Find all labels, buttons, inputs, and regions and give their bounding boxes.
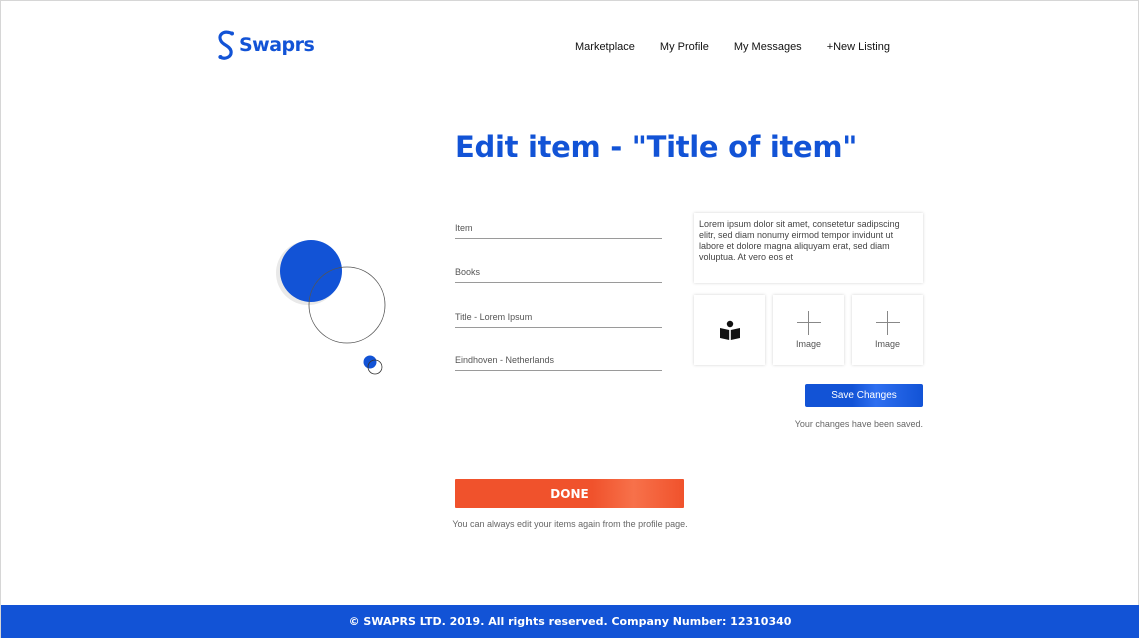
title-field[interactable] xyxy=(455,307,662,328)
book-reader-icon xyxy=(719,320,740,340)
logo-mark-icon xyxy=(218,30,234,60)
item-input[interactable] xyxy=(455,223,662,233)
nav-my-profile[interactable]: My Profile xyxy=(660,41,709,53)
page-title: Edit item - "Title of item" xyxy=(455,130,858,164)
location-input[interactable] xyxy=(455,355,662,365)
plus-icon xyxy=(875,311,900,335)
main-nav: Marketplace My Profile My Messages +New … xyxy=(575,41,890,53)
image-tile-1[interactable] xyxy=(694,295,765,365)
swaprs-logo[interactable]: Swaprs xyxy=(216,30,315,64)
category-input[interactable] xyxy=(455,267,662,277)
image-tile-3[interactable]: Image xyxy=(852,295,923,365)
plus-icon xyxy=(796,311,821,335)
nav-marketplace[interactable]: Marketplace xyxy=(575,41,635,53)
done-note-text: You can always edit your items again fro… xyxy=(452,519,688,529)
decorative-circles xyxy=(276,240,386,375)
category-field[interactable] xyxy=(455,262,662,283)
copyright-text: © SWAPRS LTD. 2019. All rights reserved.… xyxy=(348,615,792,628)
done-button[interactable]: DONE xyxy=(455,479,684,508)
image-tile-label: Image xyxy=(874,339,900,349)
logo-text: Swaprs xyxy=(239,34,315,56)
description-textarea[interactable]: Lorem ipsum dolor sit amet, consetetur s… xyxy=(694,213,923,283)
nav-my-messages[interactable]: My Messages xyxy=(734,41,802,53)
saved-status-text: Your changes have been saved. xyxy=(794,419,923,429)
title-input[interactable] xyxy=(455,312,662,322)
save-changes-button[interactable]: Save Changes xyxy=(805,384,923,407)
location-field[interactable] xyxy=(455,350,662,371)
nav-new-listing[interactable]: +New Listing xyxy=(827,41,890,53)
footer: © SWAPRS LTD. 2019. All rights reserved.… xyxy=(1,605,1139,638)
item-field[interactable] xyxy=(455,218,662,239)
image-tile-label: Image xyxy=(795,339,821,349)
image-tile-2[interactable]: Image xyxy=(773,295,844,365)
